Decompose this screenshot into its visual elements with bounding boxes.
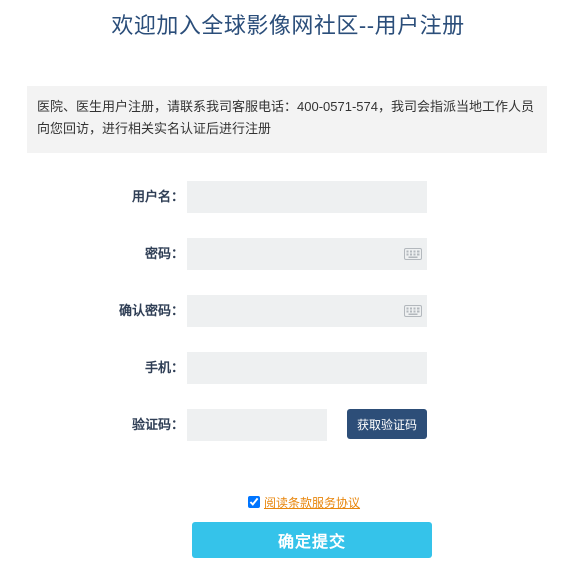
confirm-password-row: 确认密码： <box>0 295 576 327</box>
confirm-password-input[interactable] <box>187 295 427 327</box>
registration-page: 欢迎加入全球影像网社区--用户注册 医院、医生用户注册，请联系我司客服电话：40… <box>0 0 576 570</box>
code-label: 验证码： <box>131 417 184 432</box>
agreement-row: 阅读条款服务协议 <box>248 494 360 510</box>
password-input[interactable] <box>187 238 427 270</box>
password-label: 密码： <box>144 246 184 261</box>
phone-row: 手机： <box>0 352 576 384</box>
get-code-button[interactable]: 获取验证码 <box>347 409 427 439</box>
confirm-password-label: 确认密码： <box>118 303 184 318</box>
code-input[interactable] <box>187 409 327 441</box>
submit-button[interactable]: 确定提交 <box>192 522 432 558</box>
page-title: 欢迎加入全球影像网社区--用户注册 <box>111 13 465 38</box>
code-row: 验证码： 获取验证码 <box>0 409 576 441</box>
agreement-link[interactable]: 阅读条款服务协议 <box>264 494 360 511</box>
phone-input[interactable] <box>187 352 427 384</box>
username-label: 用户名： <box>131 189 184 204</box>
password-row: 密码： <box>0 238 576 270</box>
keyboard-icon[interactable] <box>404 305 422 317</box>
registration-notice: 医院、医生用户注册，请联系我司客服电话：400-0571-574，我司会指派当地… <box>27 86 547 153</box>
phone-label: 手机： <box>144 360 184 375</box>
keyboard-icon[interactable] <box>404 248 422 260</box>
username-input[interactable] <box>187 181 427 213</box>
username-row: 用户名： <box>0 181 576 213</box>
agreement-checkbox[interactable] <box>248 496 260 508</box>
